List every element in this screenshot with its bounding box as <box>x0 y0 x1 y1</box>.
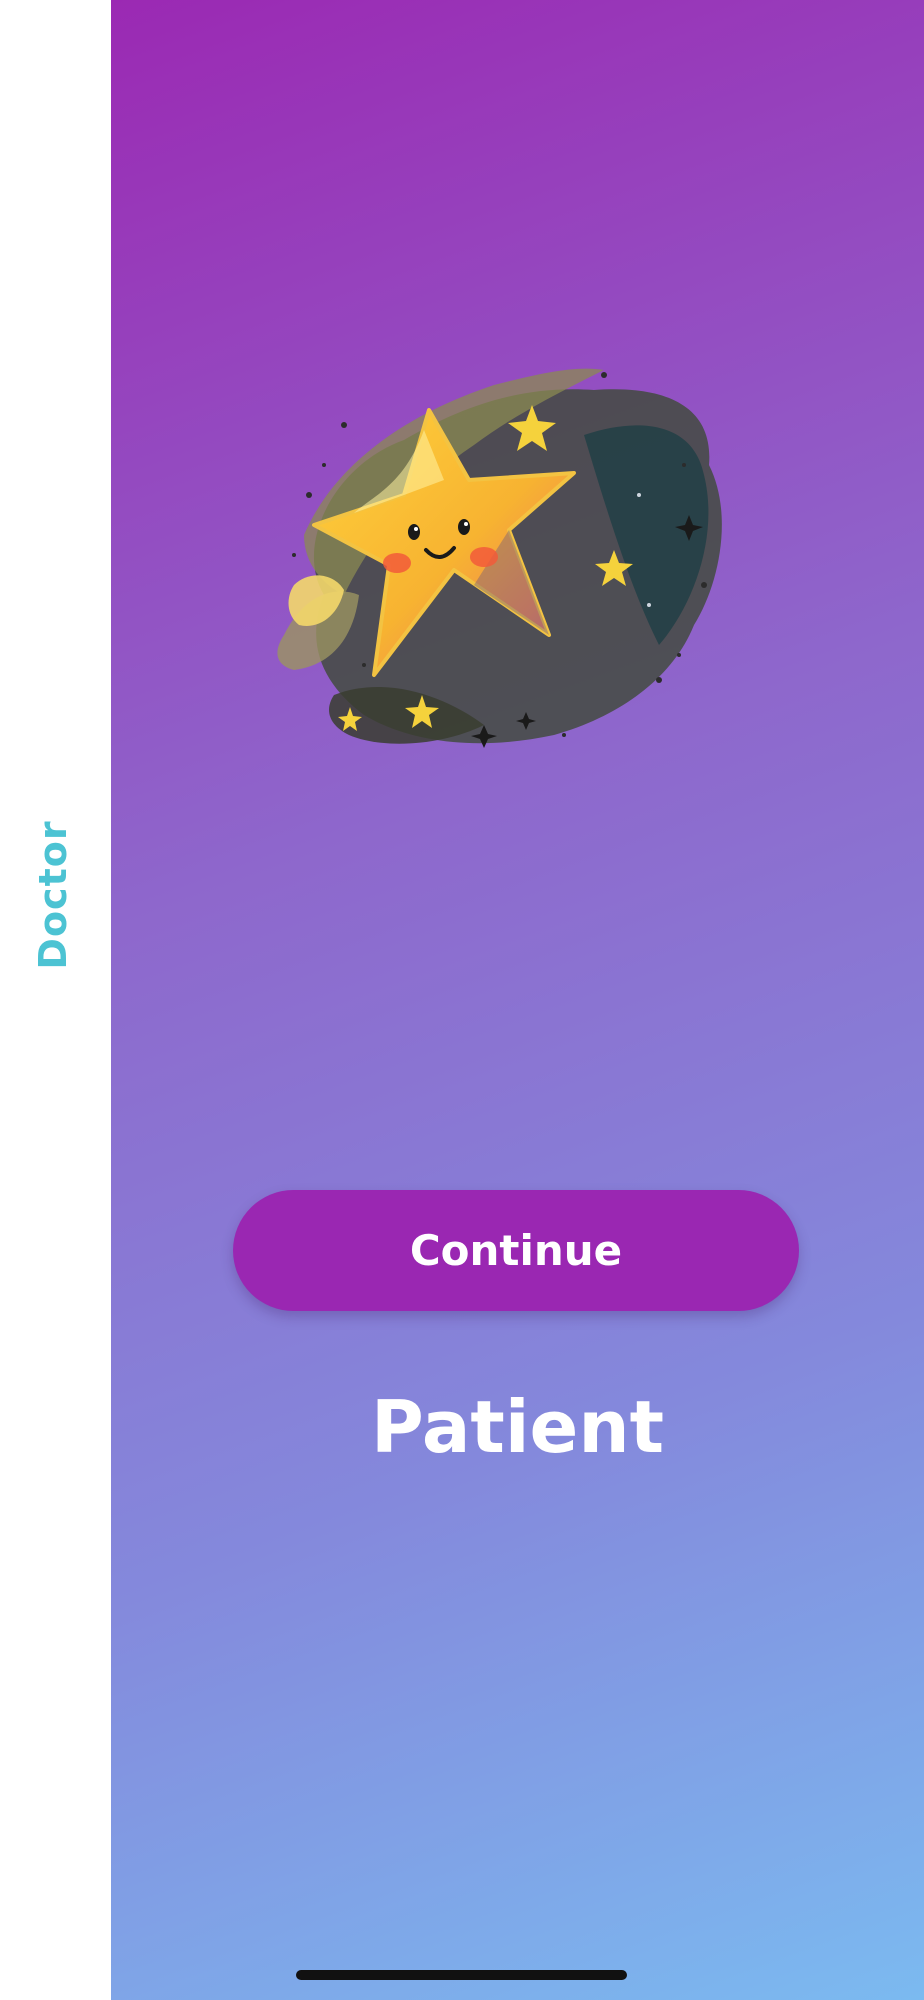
star-left-cheek <box>383 553 411 573</box>
doctor-tab[interactable]: Doctor <box>0 0 111 2000</box>
star-right-eye <box>458 519 470 535</box>
star-left-eye <box>408 524 420 540</box>
smiling-star-icon <box>277 368 722 748</box>
role-selection-screen: Doctor Continue Patient <box>0 0 924 2000</box>
patient-title: Patient <box>370 1385 665 1469</box>
doctor-tab-label: Doctor <box>31 820 75 970</box>
patient-panel: Continue Patient <box>111 0 924 2000</box>
continue-button[interactable]: Continue <box>233 1190 799 1311</box>
star-right-cheek <box>470 547 498 567</box>
home-indicator <box>296 1970 627 1980</box>
